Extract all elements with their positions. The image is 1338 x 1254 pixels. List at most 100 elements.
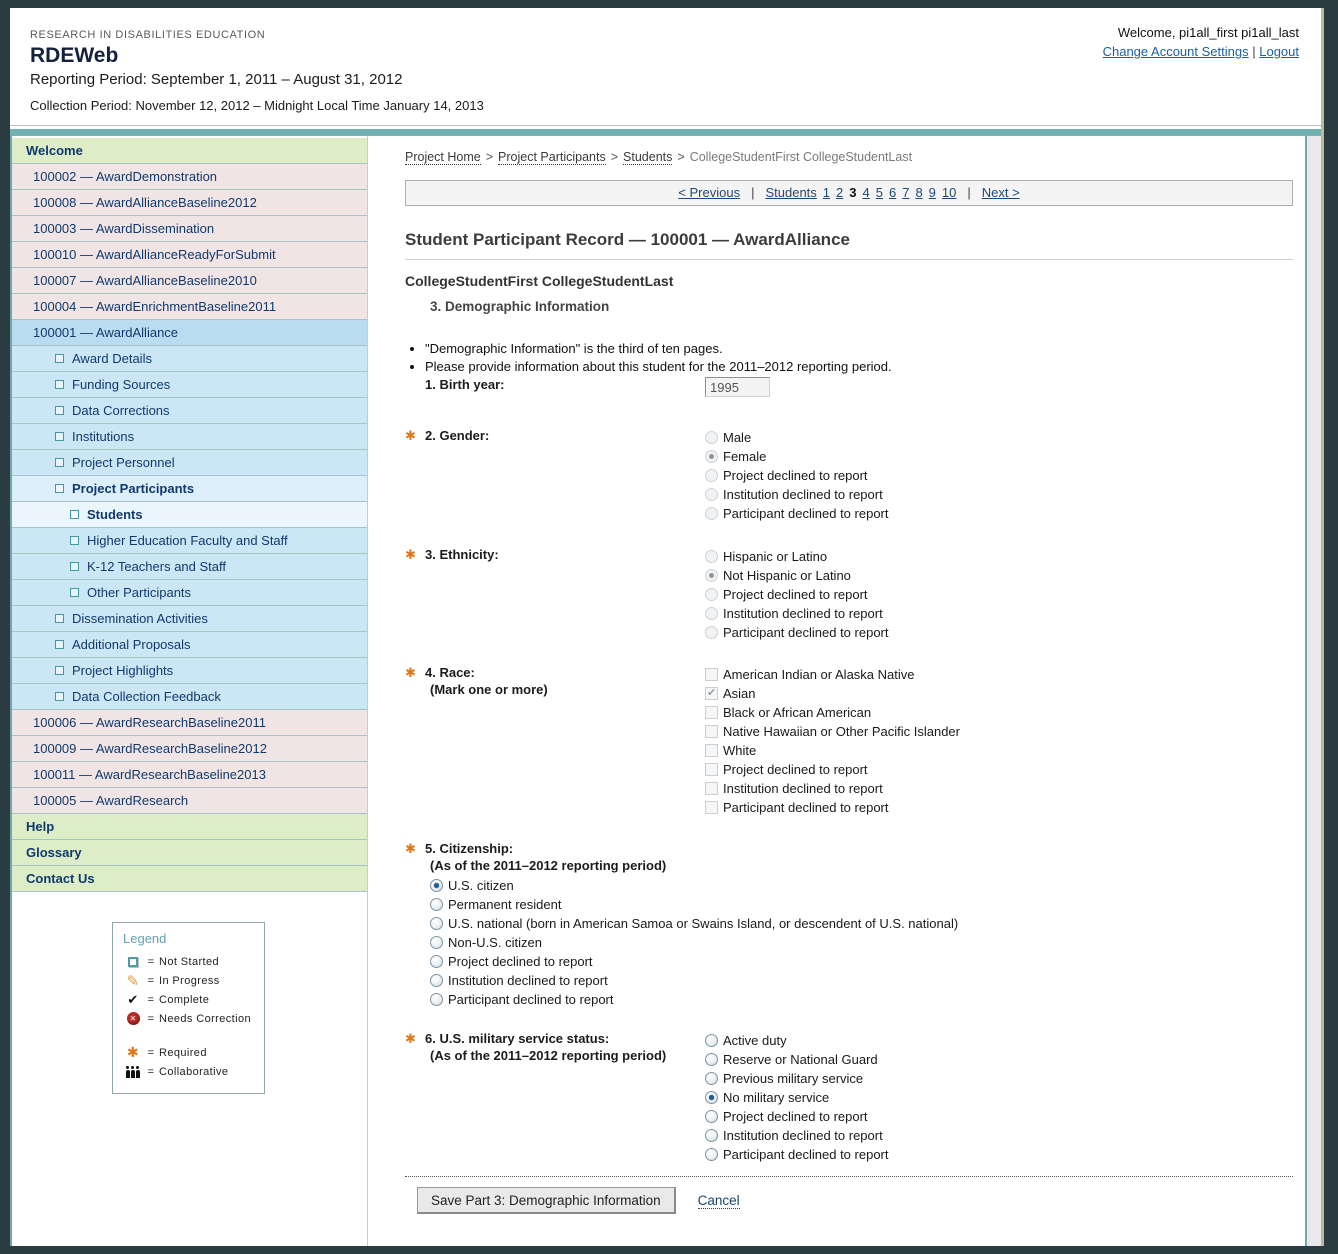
radio-non-u-s-citizen[interactable]	[430, 936, 443, 949]
radio-no-military-service[interactable]	[705, 1091, 718, 1104]
intro-bullet: Please provide information about this st…	[425, 359, 1293, 374]
sidebar-item-students[interactable]: Students	[12, 502, 367, 528]
option-american-indian-or-alaska-native: American Indian or Alaska Native	[705, 665, 960, 684]
pager-page-9[interactable]: 9	[929, 185, 936, 200]
radio-male	[705, 431, 718, 444]
sidebar-item-label: 100011 — AwardResearchBaseline2013	[33, 762, 266, 787]
sidebar-item-institutions[interactable]: Institutions	[12, 424, 367, 450]
breadcrumb-link-students[interactable]: Students	[623, 150, 672, 165]
sidebar-item-higher-education-faculty-and-staff[interactable]: Higher Education Faculty and Staff	[12, 528, 367, 554]
student-name: CollegeStudentFirst CollegeStudentLast	[405, 273, 1293, 289]
radio-previous-military-service[interactable]	[705, 1072, 718, 1085]
legend-row: =Collaborative	[123, 1062, 260, 1081]
question-citizenship: ✱5. Citizenship:(As of the 2011–2012 rep…	[405, 841, 1293, 1009]
radio-participant-declined-to-report[interactable]	[430, 993, 443, 1006]
sidebar-item-label: Other Participants	[87, 580, 191, 605]
sidebar-item-label: Dissemination Activities	[72, 606, 208, 631]
sidebar-item-project-participants[interactable]: Project Participants	[12, 476, 367, 502]
pager-page-5[interactable]: 5	[876, 185, 883, 200]
sidebar-item-100001-awardalliance[interactable]: 100001 — AwardAlliance	[12, 320, 367, 346]
sidebar-item-data-collection-feedback[interactable]: Data Collection Feedback	[12, 684, 367, 710]
sidebar-item-label: Glossary	[26, 840, 82, 865]
sidebar-item-award-details[interactable]: Award Details	[12, 346, 367, 372]
sidebar-item-contact-us[interactable]: Contact Us	[12, 866, 367, 892]
pager-page-4[interactable]: 4	[863, 185, 870, 200]
radio-reserve-or-national-guard[interactable]	[705, 1053, 718, 1066]
sidebar-item-project-highlights[interactable]: Project Highlights	[12, 658, 367, 684]
option-project-declined-to-report: Project declined to report	[430, 952, 1293, 971]
radio-institution-declined-to-report[interactable]	[705, 1129, 718, 1142]
save-button[interactable]: Save Part 3: Demographic Information	[417, 1187, 676, 1214]
option-non-u-s-citizen: Non-U.S. citizen	[430, 933, 1293, 952]
sidebar-item-100010-awardalliancereadyforsubmit[interactable]: 100010 — AwardAllianceReadyForSubmit	[12, 242, 367, 268]
breadcrumb-link-project-participants[interactable]: Project Participants	[498, 150, 606, 165]
change-account-settings-link[interactable]: Change Account Settings	[1103, 44, 1249, 59]
sidebar-item-label: Funding Sources	[72, 372, 170, 397]
pager-students-link[interactable]: Students	[765, 185, 816, 200]
reporting-period: Reporting Period: September 1, 2011 – Au…	[30, 71, 484, 88]
legend-title: Legend	[123, 931, 260, 946]
sidebar-item-label: Additional Proposals	[72, 632, 191, 657]
sidebar-item-100005-awardresearch[interactable]: 100005 — AwardResearch	[12, 788, 367, 814]
sidebar-item-100003-awarddissemination[interactable]: 100003 — AwardDissemination	[12, 216, 367, 242]
sidebar-item-additional-proposals[interactable]: Additional Proposals	[12, 632, 367, 658]
birth-year-input	[705, 377, 770, 397]
cancel-link[interactable]: Cancel	[698, 1193, 740, 1209]
sidebar-item-dissemination-activities[interactable]: Dissemination Activities	[12, 606, 367, 632]
pager-page-6[interactable]: 6	[889, 185, 896, 200]
option-label: Participant declined to report	[723, 1147, 888, 1162]
radio-u-s-citizen[interactable]	[430, 879, 443, 892]
collaborative-icon	[123, 1064, 143, 1080]
radio-institution-declined-to-report	[705, 607, 718, 620]
question-label: ✱4. Race:(Mark one or more)	[405, 665, 705, 697]
pager-page-10[interactable]: 10	[942, 185, 956, 200]
option-u-s-citizen: U.S. citizen	[430, 876, 1293, 895]
not-started-icon	[55, 614, 64, 623]
question-options: Active dutyReserve or National GuardPrev…	[705, 1031, 888, 1164]
sidebar-item-glossary[interactable]: Glossary	[12, 840, 367, 866]
intro-bullets: "Demographic Information" is the third o…	[405, 341, 1293, 374]
app-title: RDEWeb	[30, 44, 484, 68]
sidebar-item-100011-awardresearchbaseline2013[interactable]: 100011 — AwardResearchBaseline2013	[12, 762, 367, 788]
radio-u-s-national-born-in-american-samoa-or-swains-island-or-descendent-of-u-s-national[interactable]	[430, 917, 443, 930]
pager-page-2[interactable]: 2	[836, 185, 843, 200]
sidebar-item-100008-awardalliancebaseline2012[interactable]: 100008 — AwardAllianceBaseline2012	[12, 190, 367, 216]
sidebar-item-100007-awardalliancebaseline2010[interactable]: 100007 — AwardAllianceBaseline2010	[12, 268, 367, 294]
option-label: Native Hawaiian or Other Pacific Islande…	[723, 724, 960, 739]
sidebar-item-other-participants[interactable]: Other Participants	[12, 580, 367, 606]
legend-row: ✕=Needs Correction	[123, 1009, 260, 1028]
sidebar-item-100004-awardenrichmentbaseline2011[interactable]: 100004 — AwardEnrichmentBaseline2011	[12, 294, 367, 320]
checkbox-participant-declined-to-report	[705, 801, 718, 814]
sidebar-item-data-corrections[interactable]: Data Corrections	[12, 398, 367, 424]
option-label: Participant declined to report	[723, 506, 888, 521]
option-label: Permanent resident	[448, 897, 561, 912]
logout-link[interactable]: Logout	[1259, 44, 1299, 59]
option-label: American Indian or Alaska Native	[723, 667, 914, 682]
sidebar-item-welcome[interactable]: Welcome	[12, 138, 367, 164]
sidebar-item-100002-awarddemonstration[interactable]: 100002 — AwardDemonstration	[12, 164, 367, 190]
sidebar-item-100009-awardresearchbaseline2012[interactable]: 100009 — AwardResearchBaseline2012	[12, 736, 367, 762]
radio-participant-declined-to-report[interactable]	[705, 1148, 718, 1161]
pager-next-link[interactable]: Next >	[982, 185, 1020, 200]
radio-institution-declined-to-report[interactable]	[430, 974, 443, 987]
question-race: ✱4. Race:(Mark one or more) American Indi…	[405, 665, 1293, 817]
radio-active-duty[interactable]	[705, 1034, 718, 1047]
pager-page-7[interactable]: 7	[902, 185, 909, 200]
sidebar-item-project-personnel[interactable]: Project Personnel	[12, 450, 367, 476]
breadcrumb-current: CollegeStudentFirst CollegeStudentLast	[690, 150, 912, 164]
radio-project-declined-to-report[interactable]	[705, 1110, 718, 1123]
radio-project-declined-to-report[interactable]	[430, 955, 443, 968]
sidebar-item-help[interactable]: Help	[12, 814, 367, 840]
sidebar-item-k-12-teachers-and-staff[interactable]: K-12 Teachers and Staff	[12, 554, 367, 580]
pager-page-8[interactable]: 8	[915, 185, 922, 200]
option-reserve-or-national-guard: Reserve or National Guard	[705, 1050, 888, 1069]
pager-previous-link[interactable]: < Previous	[678, 185, 740, 200]
pager-separator: |	[751, 185, 754, 200]
breadcrumb-link-project-home[interactable]: Project Home	[405, 150, 481, 165]
radio-permanent-resident[interactable]	[430, 898, 443, 911]
checkbox-american-indian-or-alaska-native	[705, 668, 718, 681]
sidebar-item-funding-sources[interactable]: Funding Sources	[12, 372, 367, 398]
option-permanent-resident: Permanent resident	[430, 895, 1293, 914]
sidebar-item-100006-awardresearchbaseline2011[interactable]: 100006 — AwardResearchBaseline2011	[12, 710, 367, 736]
pager-page-1[interactable]: 1	[823, 185, 830, 200]
